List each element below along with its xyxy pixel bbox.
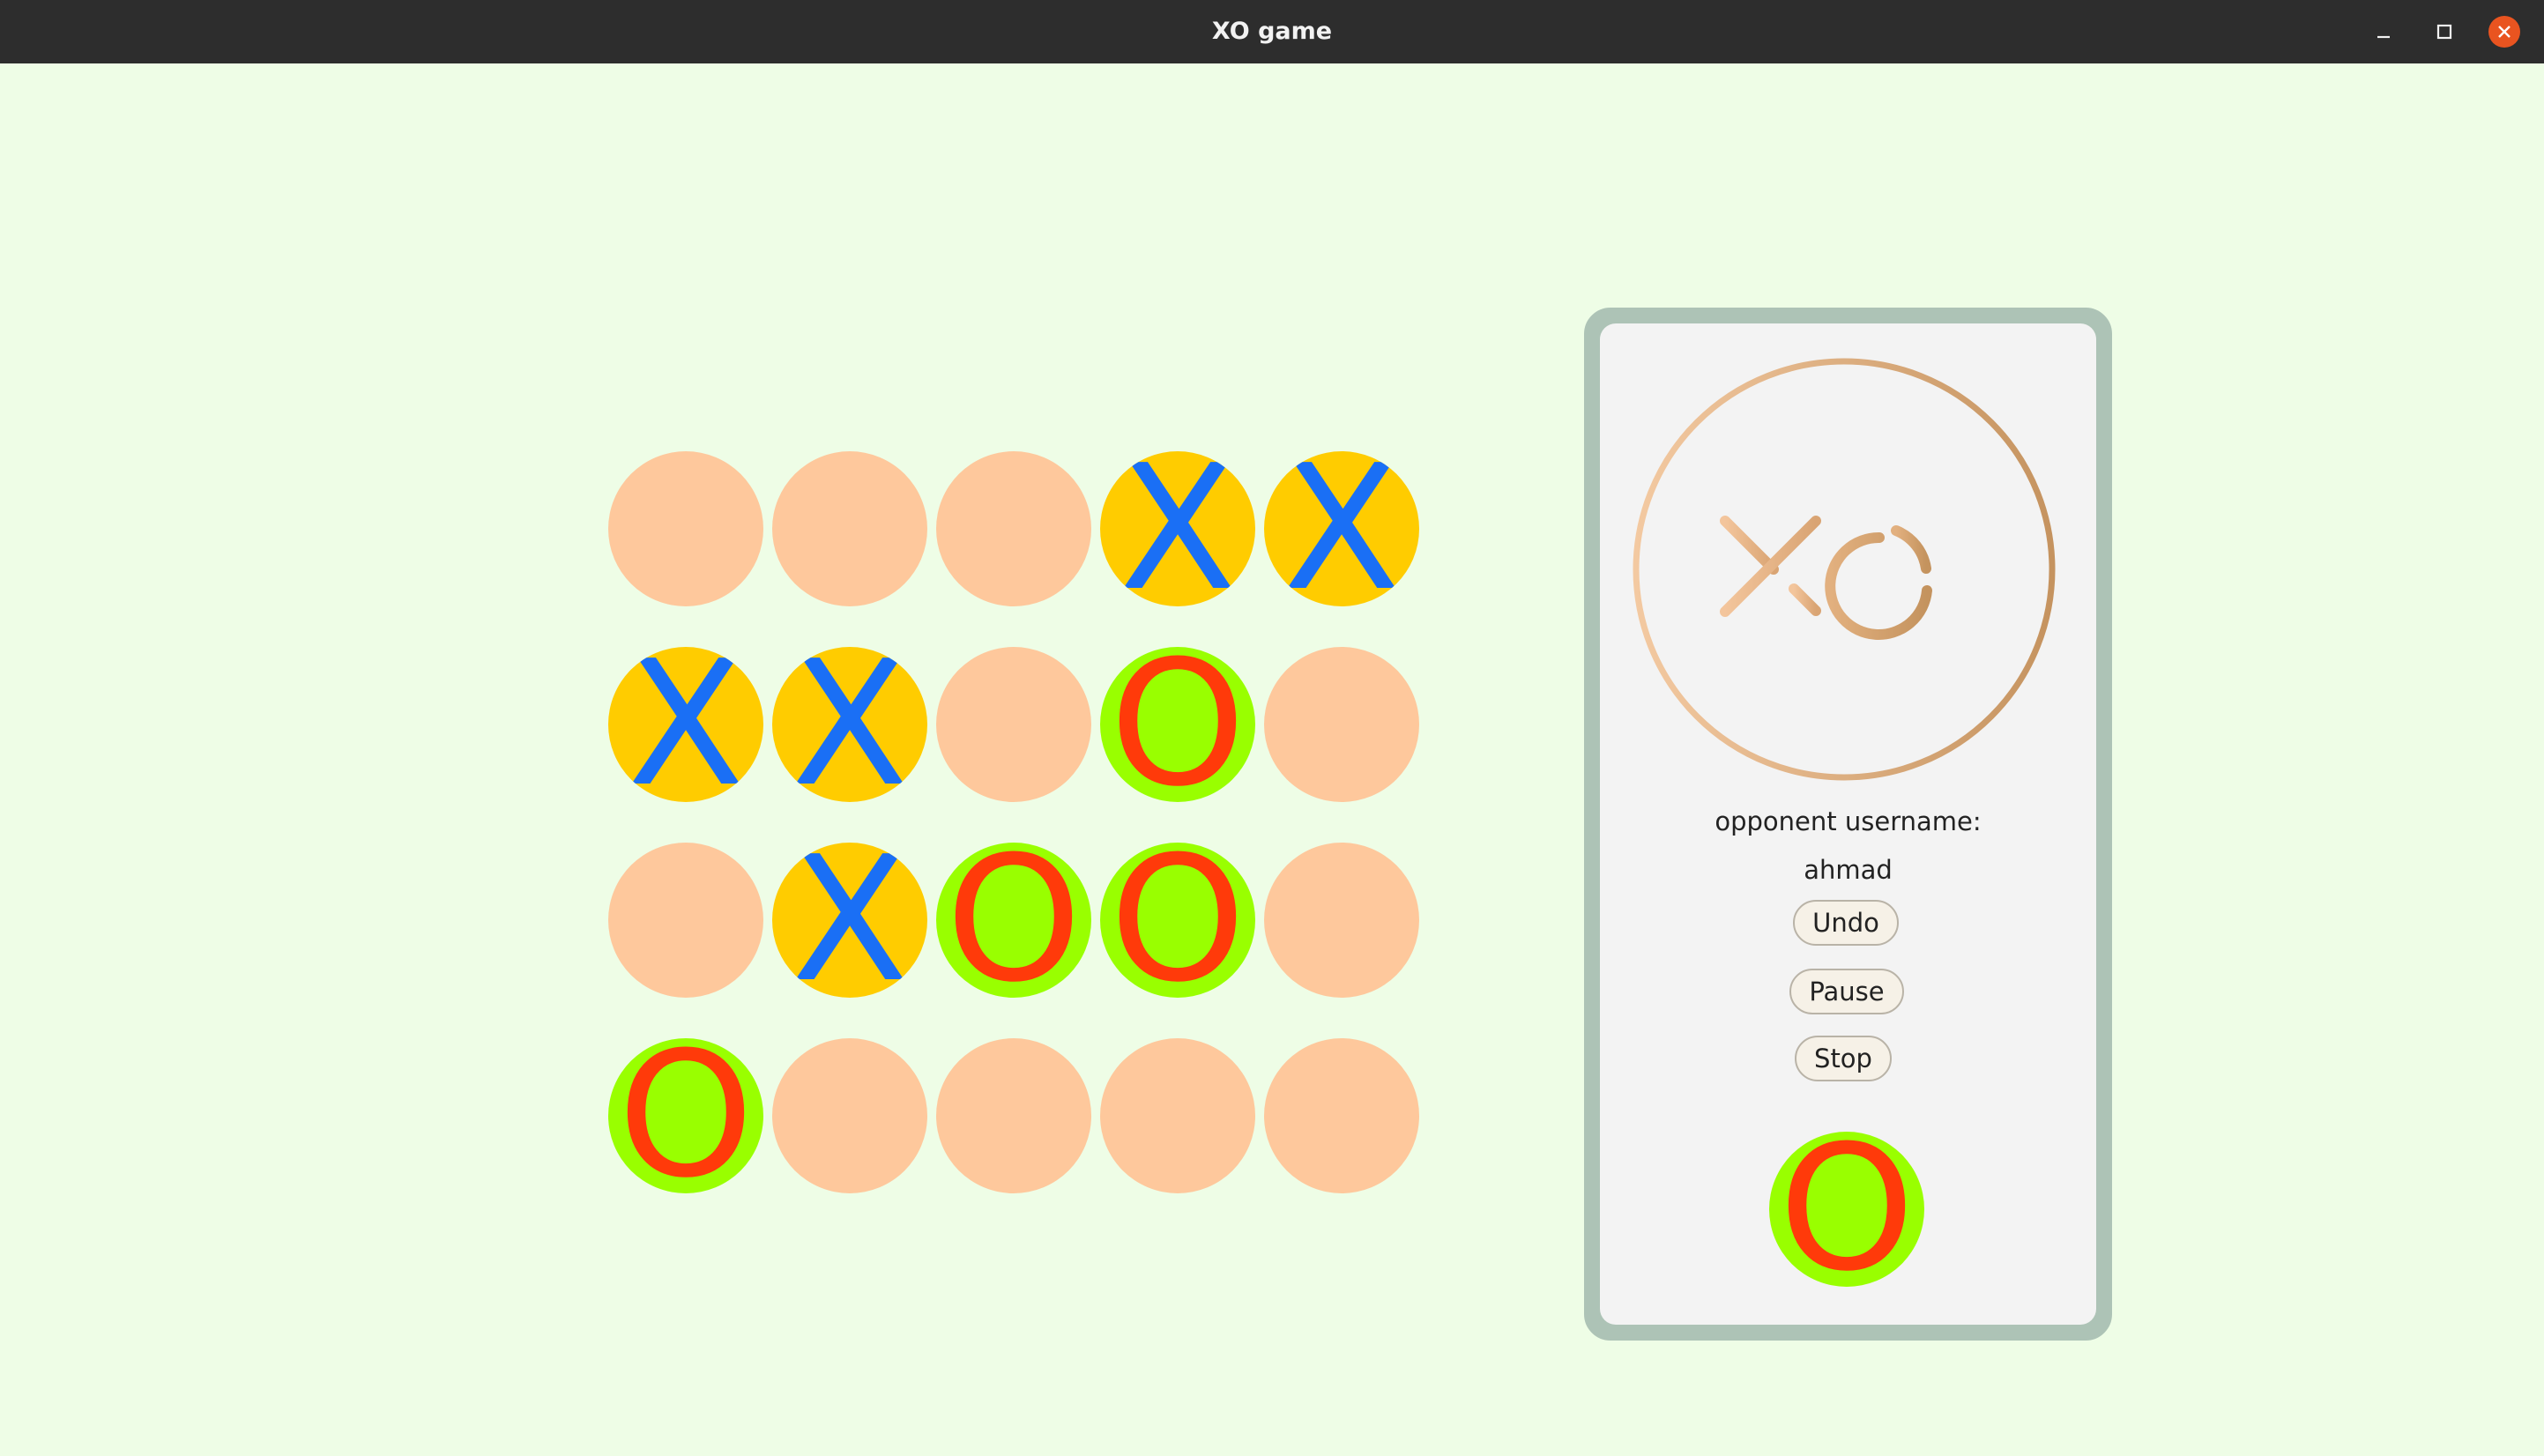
board-cell-r2-c3[interactable] [936, 647, 1091, 802]
board-cell-r4-c4[interactable] [1100, 1038, 1255, 1193]
board-cell-r4-c5[interactable] [1264, 1038, 1419, 1193]
board-cell-r4-c1[interactable]: O [608, 1038, 763, 1193]
opponent-username-label: opponent username: [1715, 806, 1982, 836]
current-turn-indicator: O [1769, 1132, 1924, 1287]
board-cell-r1-c5[interactable]: X [1264, 451, 1419, 606]
board-cell-r2-c2[interactable]: X [772, 647, 927, 802]
maximize-icon[interactable] [2429, 16, 2460, 48]
board-cell-r1-c4[interactable]: X [1100, 451, 1255, 606]
board-cell-r4-c3[interactable] [936, 1038, 1091, 1193]
board-cell-r4-c2[interactable] [772, 1038, 927, 1193]
board-cell-r3-c3[interactable]: O [936, 843, 1091, 998]
board-cell-r2-c5[interactable] [1264, 647, 1419, 802]
undo-button[interactable]: Undo [1793, 900, 1899, 946]
app-window: XO game XXXXOXOOO opponent username: ahm… [0, 0, 2544, 1456]
board-cell-r1-c1[interactable] [608, 451, 763, 606]
close-icon[interactable] [2488, 16, 2520, 48]
board-cell-r2-c1[interactable]: X [608, 647, 763, 802]
opponent-username-value: ahmad [1804, 855, 1893, 885]
side-panel: opponent username: ahmad Undo Pause Stop… [1584, 308, 2112, 1341]
minimize-icon[interactable] [2368, 16, 2399, 48]
side-panel-inner: opponent username: ahmad Undo Pause Stop… [1600, 323, 2096, 1325]
board-cell-r2-c4[interactable]: O [1100, 647, 1255, 802]
xo-logo [1632, 357, 2057, 782]
board-cell-r1-c2[interactable] [772, 451, 927, 606]
stop-button[interactable]: Stop [1795, 1036, 1892, 1081]
board-cell-r3-c5[interactable] [1264, 843, 1419, 998]
board-cell-r3-c2[interactable]: X [772, 843, 927, 998]
window-title: XO game [1211, 18, 1333, 45]
pause-button[interactable]: Pause [1789, 969, 1904, 1014]
title-bar[interactable]: XO game [0, 0, 2544, 63]
game-area: XXXXOXOOO opponent username: ahmad Undo … [4, 63, 2544, 1456]
board-cell-r3-c4[interactable]: O [1100, 843, 1255, 998]
board-cell-r1-c3[interactable] [936, 451, 1091, 606]
board-cell-r3-c1[interactable] [608, 843, 763, 998]
